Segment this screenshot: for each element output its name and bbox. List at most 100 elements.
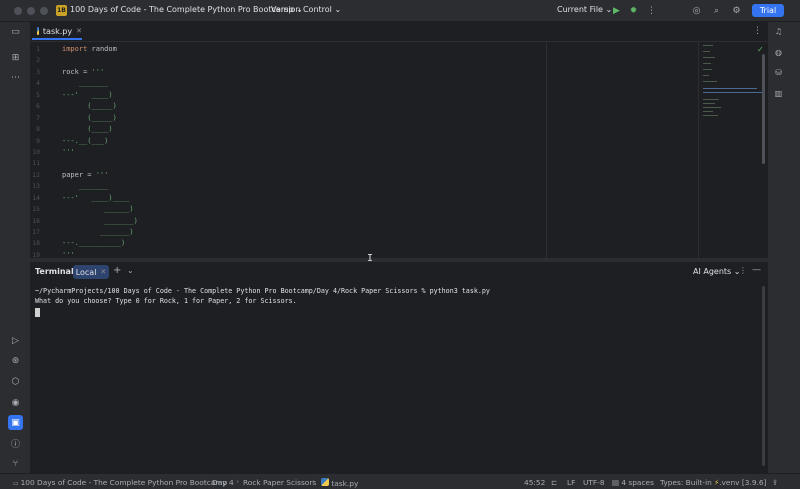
code-line[interactable]: ______) bbox=[62, 204, 542, 215]
code-line[interactable]: ---.__(___) bbox=[62, 136, 542, 147]
line-ending[interactable]: LF bbox=[567, 478, 575, 487]
notifications-icon[interactable]: ♫ bbox=[772, 25, 785, 38]
code-line[interactable]: (____) bbox=[62, 124, 542, 135]
run-config-selector[interactable]: Current File ⌄ bbox=[557, 5, 612, 14]
line-number[interactable]: 14 bbox=[30, 193, 58, 204]
indent-settings[interactable]: ▤ 4 spaces bbox=[612, 478, 654, 487]
code-line[interactable]: (_____) bbox=[62, 113, 542, 124]
run-tool-icon[interactable]: ▷ bbox=[8, 333, 23, 348]
git-icon[interactable]: ⑂ bbox=[8, 456, 23, 471]
more-actions-icon[interactable]: ⋮ bbox=[645, 4, 658, 17]
terminal-tab-local[interactable]: Local ✕ bbox=[73, 265, 109, 279]
line-number[interactable]: 17 bbox=[30, 227, 58, 238]
line-number[interactable]: 15 bbox=[30, 204, 58, 215]
line-number[interactable]: 10 bbox=[30, 147, 58, 158]
close-window-button[interactable] bbox=[14, 7, 22, 15]
close-tab-icon[interactable]: ✕ bbox=[100, 268, 106, 276]
line-number[interactable]: 19 bbox=[30, 250, 58, 258]
code-line[interactable]: _______) bbox=[62, 216, 542, 227]
trial-button[interactable]: Trial bbox=[752, 4, 784, 17]
database-icon[interactable]: ⛁ bbox=[772, 66, 785, 79]
code-editor[interactable]: 1 2 3 4 5 6 7 8 9 10 11 12 13 14 15 16 17 18 19 import ran… bbox=[30, 42, 768, 258]
breadcrumb-file[interactable]: task.py bbox=[321, 478, 358, 488]
line-number[interactable]: 12 bbox=[30, 170, 58, 181]
line-number[interactable]: 4 bbox=[30, 78, 58, 89]
line-number[interactable]: 11 bbox=[30, 158, 58, 169]
line-number[interactable]: 1 bbox=[30, 44, 58, 55]
line-number[interactable]: 13 bbox=[30, 181, 58, 192]
line-number[interactable]: 8 bbox=[30, 124, 58, 135]
terminal-scrollbar[interactable] bbox=[762, 286, 765, 466]
line-number[interactable]: 9 bbox=[30, 136, 58, 147]
code-line[interactable]: ''' bbox=[62, 250, 542, 258]
terminal-icon[interactable]: ▣ bbox=[8, 415, 23, 430]
editor-tab-task-py[interactable]: task.py ✕ bbox=[32, 24, 82, 40]
project-folder-icon[interactable]: ▭ bbox=[8, 24, 23, 39]
title-bar: 1B 100 Days of Code - The Complete Pytho… bbox=[0, 0, 800, 22]
debug-icon[interactable]: ✹ bbox=[627, 4, 640, 17]
chevron-down-icon[interactable]: ⌄ bbox=[127, 266, 134, 275]
new-terminal-plus-icon[interactable]: + bbox=[113, 265, 121, 276]
breadcrumb-day[interactable]: Day 4 bbox=[212, 478, 234, 487]
line-number[interactable]: 7 bbox=[30, 113, 58, 124]
search-icon[interactable]: ⌕ bbox=[710, 4, 723, 17]
problems-icon[interactable]: ⓘ bbox=[8, 436, 23, 451]
indent-icon: ▤ bbox=[612, 478, 622, 487]
breadcrumb-folder[interactable]: Rock Paper Scissors bbox=[243, 478, 316, 487]
read-only-toggle-icon[interactable]: ⊏ bbox=[551, 478, 557, 487]
code-line[interactable]: _______ bbox=[62, 78, 542, 89]
code-line[interactable]: ---' ____)____ bbox=[62, 193, 542, 204]
code-line[interactable] bbox=[62, 158, 542, 169]
cursor-position[interactable]: 45:52 bbox=[524, 478, 545, 487]
line-number[interactable]: 3 bbox=[30, 67, 58, 78]
ai-assistant-icon[interactable]: ◎ bbox=[690, 4, 703, 17]
terminal-options-icon[interactable]: ⋮ bbox=[739, 266, 747, 275]
ai-chat-icon[interactable]: ◍ bbox=[772, 46, 785, 59]
code-line[interactable]: (_____) bbox=[62, 101, 542, 112]
services-icon[interactable]: ⬡ bbox=[8, 374, 23, 389]
vcs-selector[interactable]: Version Control ⌄ bbox=[271, 5, 341, 14]
code-text: (_____) bbox=[62, 113, 117, 122]
line-number[interactable]: 16 bbox=[30, 216, 58, 227]
line-number[interactable]: 18 bbox=[30, 238, 58, 249]
code-line[interactable]: paper = ''' bbox=[62, 170, 542, 181]
code-line[interactable]: _______ bbox=[62, 181, 542, 192]
share-icon[interactable]: ⇪ bbox=[772, 478, 778, 487]
code-line[interactable]: import random bbox=[62, 44, 542, 55]
file-encoding[interactable]: UTF-8 bbox=[583, 478, 605, 487]
python-packages-icon[interactable]: ⊛ bbox=[8, 353, 23, 368]
code-line[interactable]: ---' ____) bbox=[62, 90, 542, 101]
code-area[interactable]: import random rock = ''' _______ ---' ____… bbox=[62, 44, 542, 258]
project-name: 100 Days of Code - The Complete Python P… bbox=[70, 5, 294, 14]
tab-options-icon[interactable]: ⋮ bbox=[753, 26, 762, 36]
close-tab-icon[interactable]: ✕ bbox=[76, 27, 82, 35]
breadcrumb-project[interactable]: ▭ 100 Days of Code - The Complete Python… bbox=[13, 478, 227, 487]
code-line[interactable]: rock = ''' bbox=[62, 67, 542, 78]
ai-agents-dropdown[interactable]: AI Agents ⌄ bbox=[693, 267, 740, 276]
more-tools-icon[interactable]: ⋯ bbox=[8, 70, 23, 85]
line-number[interactable]: 5 bbox=[30, 90, 58, 101]
editor-scrollbar[interactable] bbox=[762, 54, 765, 164]
code-line[interactable]: _______) bbox=[62, 227, 542, 238]
line-number[interactable]: 2 bbox=[30, 55, 58, 66]
minimap[interactable] bbox=[698, 42, 766, 258]
minimize-panel-icon[interactable]: — bbox=[752, 265, 761, 275]
code-text: ''' bbox=[62, 147, 75, 156]
line-number[interactable]: 6 bbox=[30, 101, 58, 112]
code-line[interactable] bbox=[62, 55, 542, 66]
run-icon[interactable]: ▶ bbox=[610, 4, 623, 17]
python-file-icon bbox=[37, 27, 39, 35]
interpreter-selector[interactable]: ⚡.venv [3.9.6] bbox=[714, 478, 766, 487]
minimize-window-button[interactable] bbox=[27, 7, 35, 15]
python-console-icon[interactable]: ◉ bbox=[8, 395, 23, 410]
code-line[interactable]: ---.__________) bbox=[62, 238, 542, 249]
terminal-output[interactable]: ~/PycharmProjects/100 Days of Code - The… bbox=[30, 282, 762, 469]
settings-gear-icon[interactable]: ⚙ bbox=[730, 4, 743, 17]
structure-icon[interactable]: ⊞ bbox=[8, 50, 23, 65]
maximize-window-button[interactable] bbox=[40, 7, 48, 15]
project-selector[interactable]: 100 Days of Code - The Complete Python P… bbox=[70, 5, 303, 14]
editor-tab-bar: task.py ✕ ⋮ bbox=[30, 22, 768, 42]
code-line[interactable]: ''' bbox=[62, 147, 542, 158]
types-setting[interactable]: Types: Built-in bbox=[660, 478, 712, 487]
sciview-icon[interactable]: ▥ bbox=[772, 87, 785, 100]
